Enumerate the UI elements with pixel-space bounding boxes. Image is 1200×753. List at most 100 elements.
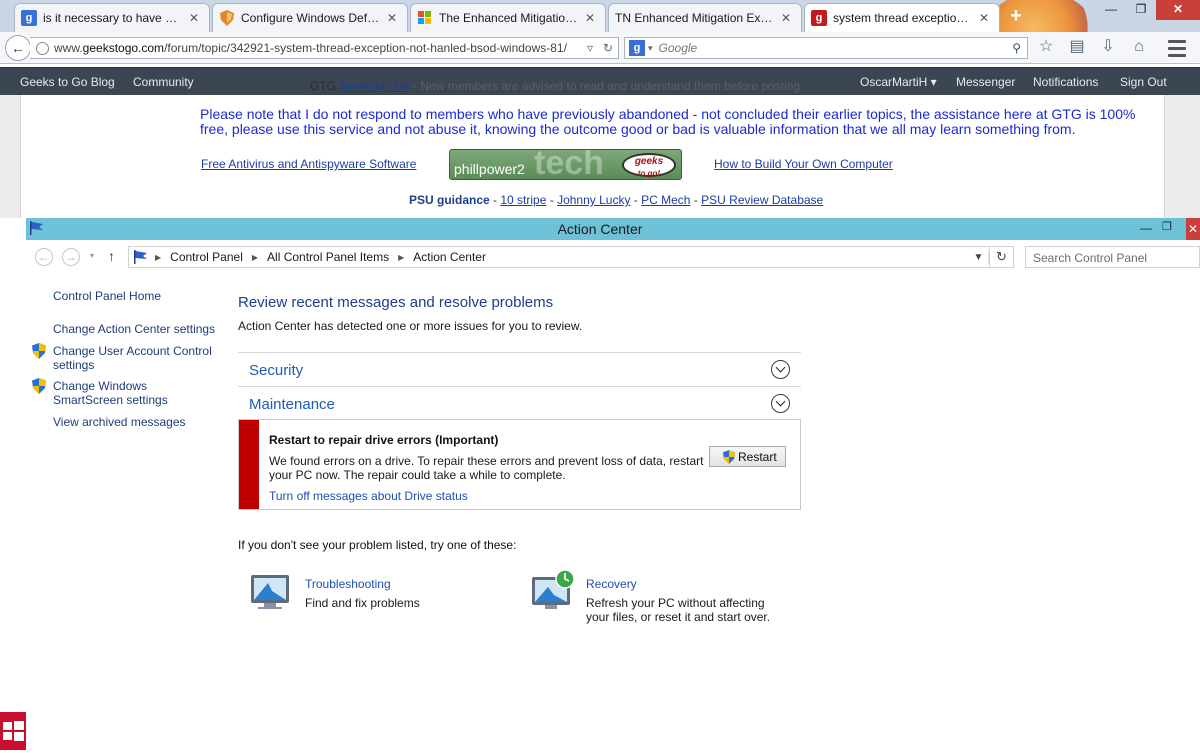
build-computer-link[interactable]: How to Build Your Own Computer <box>714 157 893 171</box>
tab-emet[interactable]: The Enhanced Mitigation E... ✕ <box>410 3 606 32</box>
tab-close-icon[interactable]: ✕ <box>187 11 201 25</box>
page-subheading: Action Center has detected one or more i… <box>238 319 583 333</box>
dropdown-arrow-icon[interactable]: ▿ <box>587 41 593 55</box>
troubleshooting-tool[interactable]: Troubleshooting Find and fix problems <box>305 577 420 610</box>
tab-close-icon[interactable]: ✕ <box>583 11 597 25</box>
action-center-flag-icon <box>30 221 43 235</box>
recovery-icon <box>532 569 575 609</box>
tab-windows-defender[interactable]: Configure Windows Defen... ✕ <box>212 3 408 32</box>
breadcrumb-action-center[interactable]: Action Center <box>413 250 486 264</box>
start-button[interactable] <box>0 712 26 750</box>
chevron-down-icon[interactable] <box>771 394 790 413</box>
nav-messenger-link[interactable]: Messenger <box>956 75 1015 89</box>
chevron-down-icon[interactable]: ▾ <box>648 43 653 54</box>
bookmarks-menu-icon[interactable]: ▤ <box>1066 36 1088 58</box>
download-icon[interactable]: ⇩ <box>1097 36 1119 58</box>
section-title: Maintenance <box>249 396 335 413</box>
user-menu[interactable]: OscarMartiH ▾ <box>860 75 937 89</box>
psu-link[interactable]: Johnny Lucky <box>557 193 630 207</box>
url-bar[interactable]: www.geekstogo.com/forum/topic/342921-sys… <box>30 37 619 59</box>
turn-off-messages-link[interactable]: Turn off messages about Drive status <box>269 489 468 503</box>
action-center-title-bar: Action Center <box>26 218 1200 240</box>
globe-icon <box>36 41 49 55</box>
chevron-down-icon[interactable] <box>771 360 790 379</box>
new-tab-button[interactable]: + <box>1003 6 1029 28</box>
address-bar[interactable]: ▶ Control Panel ▶ All Control Panel Item… <box>128 246 990 268</box>
tab-title: TN Enhanced Mitigation Exper... <box>615 11 775 25</box>
psu-guidance-label: PSU guidance <box>409 193 490 207</box>
recovery-tool[interactable]: Recovery Refresh your PC without affecti… <box>586 577 776 624</box>
section-title: Security <box>249 362 304 379</box>
change-action-center-settings-link[interactable]: Change Action Center settings <box>53 322 215 336</box>
refresh-icon[interactable]: ↻ <box>990 246 1014 268</box>
search-bar[interactable]: g ▾ Google ⚲ <box>624 37 1028 59</box>
recovery-link[interactable]: Recovery <box>586 577 776 591</box>
window-close-button[interactable]: ✕ <box>1186 218 1200 240</box>
home-icon[interactable]: ⌂ <box>1128 36 1150 58</box>
chevron-down-icon[interactable]: ▼ <box>969 251 989 263</box>
up-arrow-icon[interactable]: ↑ <box>108 248 115 264</box>
search-icon[interactable]: ⚲ <box>1012 41 1021 55</box>
back-arrow-icon[interactable]: ← <box>35 248 53 266</box>
severity-bar <box>239 420 259 509</box>
window-restore-button[interactable]: ❐ <box>1162 220 1172 233</box>
tab-close-icon[interactable]: ✕ <box>977 11 991 25</box>
helper-notice-text: Please note that I do not respond to mem… <box>200 106 1136 137</box>
search-control-panel-input[interactable]: Search Control Panel <box>1025 246 1200 268</box>
google-icon[interactable]: g <box>629 40 645 56</box>
url-text: www.geekstogo.com/forum/topic/342921-sys… <box>54 41 567 55</box>
restart-button-label: Restart <box>738 449 777 464</box>
nav-community-link[interactable]: Community <box>133 75 194 89</box>
tab-title: is it necessary to have antiv... <box>43 11 183 25</box>
nav-blog-link[interactable]: Geeks to Go Blog <box>20 75 115 89</box>
signature-banner[interactable]: tech phillpower2 geeks to go! <box>449 149 682 180</box>
control-panel-home-link[interactable]: Control Panel Home <box>53 289 161 303</box>
uac-shield-icon <box>32 343 46 359</box>
back-arrow-icon[interactable]: ← <box>5 35 31 61</box>
bookmark-star-icon[interactable]: ☆ <box>1035 36 1057 58</box>
tab-close-icon[interactable]: ✕ <box>779 11 793 25</box>
forward-arrow-icon[interactable]: → <box>62 248 80 266</box>
tab-close-icon[interactable]: ✕ <box>385 11 399 25</box>
browser-minimize-button[interactable]: — <box>1096 0 1126 20</box>
tab-emet-technet[interactable]: TN Enhanced Mitigation Exper... ✕ <box>608 3 802 32</box>
browser-restore-button[interactable]: ❐ <box>1126 0 1156 20</box>
nav-sign-out-link[interactable]: Sign Out <box>1120 75 1167 89</box>
terms-of-use-link[interactable]: Terms of Use <box>339 79 410 93</box>
troubleshooting-icon <box>251 575 289 609</box>
tab-antivirus[interactable]: g is it necessary to have antiv... ✕ <box>14 3 210 32</box>
recovery-desc: Refresh your PC without affecting your f… <box>586 596 771 624</box>
browser-close-button[interactable]: ✕ <box>1156 0 1200 20</box>
recent-locations-icon[interactable]: ▾ <box>90 251 94 260</box>
security-section-header[interactable]: Security <box>238 352 801 386</box>
message-title: Restart to repair drive errors (Importan… <box>269 433 499 447</box>
nav-notifications-link[interactable]: Notifications <box>1033 75 1098 89</box>
window-minimize-button[interactable]: — <box>1140 221 1152 235</box>
search-placeholder: Google <box>658 41 698 55</box>
tab-title: system thread exception n... <box>833 11 973 25</box>
control-panel-flag-icon <box>134 250 147 264</box>
tab-system-thread-exception[interactable]: g system thread exception n... ✕ <box>804 3 1000 32</box>
google-icon: g <box>21 10 37 26</box>
psu-link[interactable]: PSU Review Database <box>701 193 823 207</box>
breadcrumb-separator-icon: ▶ <box>155 252 162 262</box>
maintenance-section-header[interactable]: Maintenance <box>238 386 801 420</box>
geekstogo-logo: geeks to go! <box>622 153 676 178</box>
change-uac-settings-link[interactable]: Change User Account Control settings <box>53 344 213 372</box>
menu-icon[interactable] <box>1164 36 1190 60</box>
browser-navigation-bar: ← www.geekstogo.com/forum/topic/342921-s… <box>0 32 1200 64</box>
firefox-logo-icon <box>985 0 1095 32</box>
troubleshooting-link[interactable]: Troubleshooting <box>305 577 420 591</box>
psu-link[interactable]: PC Mech <box>641 193 690 207</box>
breadcrumb-control-panel[interactable]: Control Panel <box>170 250 243 264</box>
psu-link[interactable]: 10 stripe <box>500 193 546 207</box>
change-smartscreen-settings-link[interactable]: Change Windows SmartScreen settings <box>53 379 213 407</box>
message-body: We found errors on a drive. To repair th… <box>269 454 704 482</box>
alternatives-prompt: If you don't see your problem listed, tr… <box>238 538 517 552</box>
reload-icon[interactable]: ↻ <box>603 41 613 55</box>
restart-button[interactable]: Restart <box>709 446 786 467</box>
antivirus-software-link[interactable]: Free Antivirus and Antispyware Software <box>201 157 416 171</box>
breadcrumb-all-items[interactable]: All Control Panel Items <box>267 250 389 264</box>
uac-shield-icon <box>32 378 46 394</box>
view-archived-messages-link[interactable]: View archived messages <box>53 415 186 429</box>
